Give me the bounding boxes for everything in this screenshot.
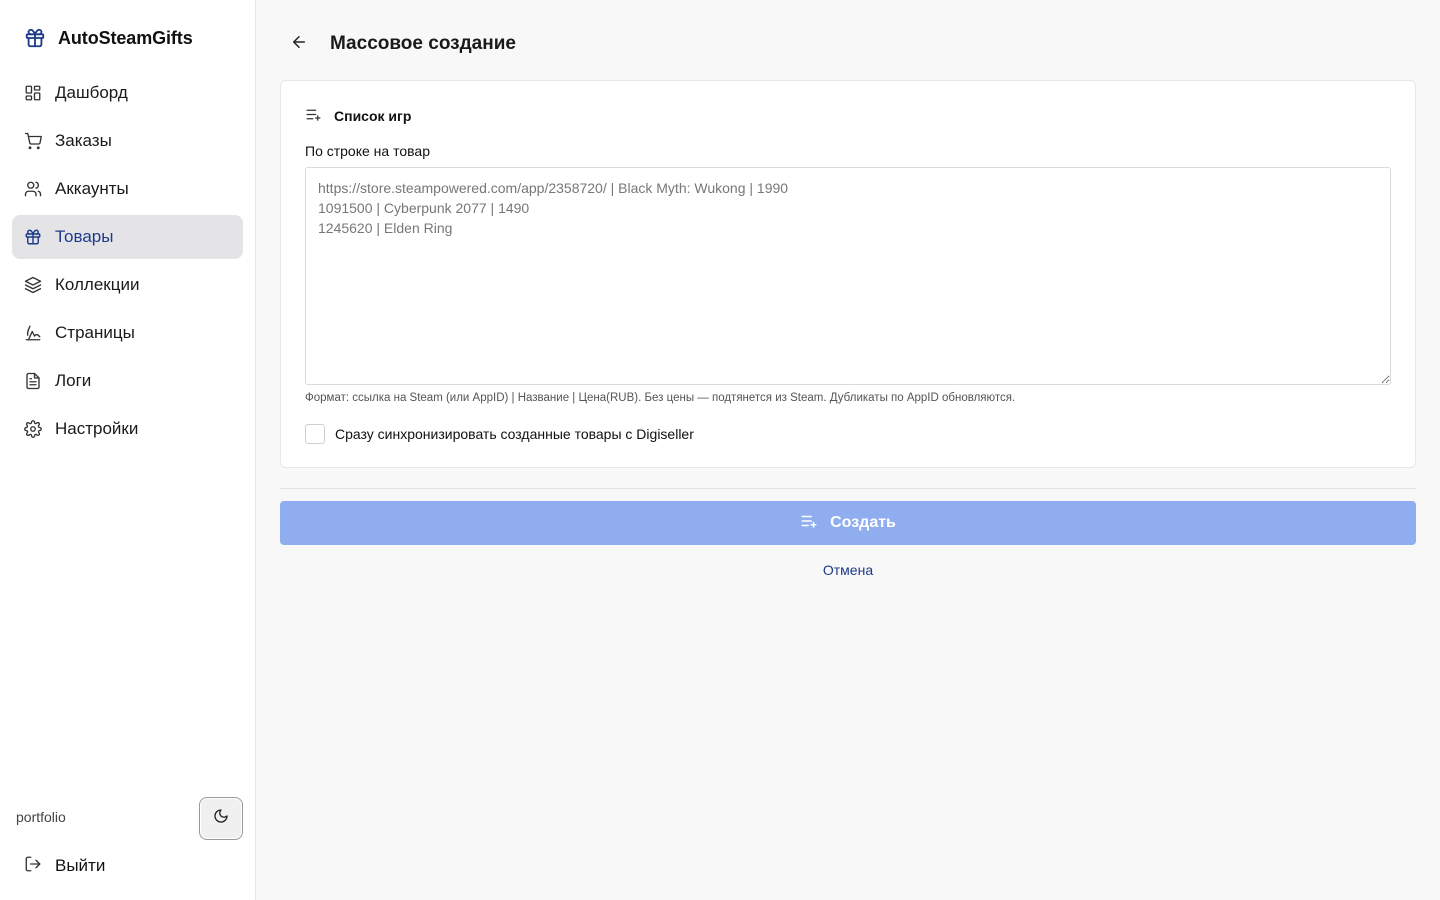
sync-checkbox[interactable] [305, 424, 325, 444]
section-title: Список игр [305, 106, 411, 126]
gift-icon [24, 27, 46, 49]
sidebar-item-label: Заказы [55, 131, 112, 150]
arrow-left-icon [290, 33, 308, 56]
sidebar-item-pages[interactable]: Страницы [12, 311, 243, 355]
games-list-textarea[interactable] [305, 167, 1391, 385]
gift-icon [24, 228, 42, 246]
sidebar-item-label: Товары [55, 227, 114, 246]
logout-label: Выйти [55, 856, 106, 875]
create-button-label: Создать [830, 514, 896, 531]
sidebar: AutoSteamGifts Дашборд Заказы Аккаунты Т… [0, 0, 256, 900]
divider [280, 488, 1416, 489]
sidebar-item-label: Страницы [55, 323, 135, 342]
games-field-label: По строке на товар [305, 143, 430, 159]
users-icon [24, 180, 42, 198]
list-plus-icon [800, 512, 818, 535]
file-text-icon [24, 372, 42, 390]
signature-icon [24, 324, 42, 342]
sync-checkbox-label: Сразу синхронизировать созданные товары … [335, 426, 694, 442]
sidebar-item-settings[interactable]: Настройки [12, 407, 243, 451]
sidebar-item-label: Дашборд [55, 83, 128, 102]
logout-button[interactable]: Выйти [24, 852, 105, 880]
theme-toggle-button[interactable] [199, 797, 243, 840]
sidebar-item-label: Логи [55, 371, 92, 390]
format-hint: Формат: ссылка на Steam (или AppID) | На… [305, 392, 1016, 404]
sidebar-item-products[interactable]: Товары [12, 215, 243, 259]
sidebar-item-accounts[interactable]: Аккаунты [12, 167, 243, 211]
logout-icon [24, 855, 42, 878]
cancel-link[interactable]: Отмена [280, 562, 1416, 578]
dashboard-icon [24, 84, 42, 102]
bulk-create-card: Список игр По строке на товар Формат: сс… [280, 80, 1416, 468]
sidebar-item-collections[interactable]: Коллекции [12, 263, 243, 307]
sidebar-item-label: Аккаунты [55, 179, 129, 198]
gear-icon [24, 420, 42, 438]
sidebar-nav: Дашборд Заказы Аккаунты Товары Коллекции [12, 71, 243, 455]
sidebar-item-label: Коллекции [55, 275, 140, 294]
sidebar-item-logs[interactable]: Логи [12, 359, 243, 403]
brand[interactable]: AutoSteamGifts [24, 24, 193, 52]
moon-icon [213, 808, 229, 829]
brand-name: AutoSteamGifts [58, 27, 193, 48]
sidebar-item-orders[interactable]: Заказы [12, 119, 243, 163]
cart-icon [24, 132, 42, 150]
layers-icon [24, 276, 42, 294]
create-button[interactable]: Создать [280, 501, 1416, 545]
list-plus-icon [305, 106, 322, 126]
sidebar-item-label: Настройки [55, 419, 139, 438]
workspace-label: portfolio [16, 809, 66, 825]
sidebar-item-dashboard[interactable]: Дашборд [12, 71, 243, 115]
back-button[interactable] [288, 33, 310, 55]
section-title-text: Список игр [334, 108, 412, 124]
page-title: Массовое создание [330, 33, 516, 54]
sync-option[interactable]: Сразу синхронизировать созданные товары … [305, 423, 694, 445]
page-header: Массовое создание [288, 30, 516, 58]
